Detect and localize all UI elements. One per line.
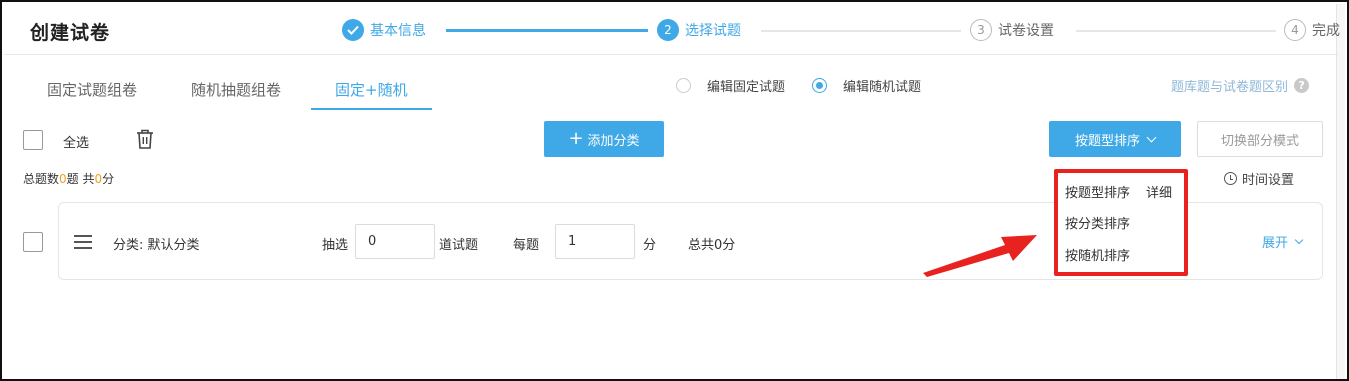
tab-fixed-questions[interactable]: 固定试题组卷 — [47, 79, 137, 100]
expand-label: 展开 — [1262, 236, 1289, 251]
step-label: 选择试题 — [685, 23, 741, 39]
annotation-highlight-box — [1054, 169, 1188, 276]
annotation-arrow-icon — [923, 235, 1037, 277]
step-label: 试卷设置 — [998, 23, 1054, 39]
summary-score: 0 — [94, 172, 103, 186]
summary-count: 0 — [59, 172, 67, 186]
draw-label: 抽选 — [322, 238, 349, 253]
clock-icon — [1224, 172, 1237, 185]
trash-icon[interactable] — [135, 128, 155, 150]
select-all-checkbox[interactable] — [23, 130, 43, 150]
per-question-label: 每题 — [513, 238, 540, 253]
radio-label: 编辑随机试题 — [843, 80, 922, 95]
chevron-down-icon — [1146, 132, 1157, 142]
radio-button[interactable] — [812, 78, 827, 93]
category-checkbox[interactable] — [23, 232, 43, 252]
page-title: 创建试卷 — [30, 22, 111, 44]
sort-dropdown-button[interactable]: 按题型排序 — [1049, 121, 1181, 157]
step-complete: 4 完成 — [1284, 19, 1340, 41]
step-select-questions: 2 选择试题 — [657, 19, 741, 41]
step-number: 4 — [1284, 19, 1306, 41]
question-unit-label: 道试题 — [439, 238, 479, 253]
active-tab-indicator — [311, 108, 432, 110]
time-setting-link[interactable]: 时间设置 — [1224, 169, 1294, 188]
expand-button[interactable]: 展开 — [1262, 232, 1304, 251]
question-diff-link[interactable]: 题库题与试卷题区别 ? — [1171, 76, 1310, 95]
app-frame: 创建试卷 基本信息 2 选择试题 3 试卷设置 4 完成 固定试题组卷 随机抽题… — [0, 0, 1349, 381]
radio-edit-random[interactable]: 编辑随机试题 — [812, 76, 921, 95]
plus-icon: + — [568, 128, 584, 149]
step-label: 完成 — [1312, 23, 1340, 39]
radio-label: 编辑固定试题 — [707, 80, 786, 95]
draw-count-input[interactable]: 0 — [355, 224, 435, 259]
diff-link-label: 题库题与试卷题区别 — [1171, 80, 1289, 95]
question-summary: 总题数0题 共0分 — [23, 170, 114, 187]
add-category-label: 添加分类 — [587, 133, 640, 149]
step-number: 3 — [970, 19, 992, 41]
drag-handle-icon[interactable] — [74, 235, 92, 249]
radio-button[interactable] — [676, 78, 691, 93]
summary-mid: 题 共 — [66, 172, 95, 186]
radio-edit-fixed[interactable]: 编辑固定试题 — [676, 76, 785, 95]
page-header: 创建试卷 基本信息 2 选择试题 3 试卷设置 4 完成 — [4, 4, 1340, 55]
chevron-down-icon — [1294, 235, 1304, 245]
step-number: 2 — [657, 19, 679, 41]
category-label: 分类: 默认分类 — [113, 238, 200, 253]
step-connector — [761, 30, 961, 32]
total-score-label: 总共0分 — [688, 238, 736, 253]
tab-random-questions[interactable]: 随机抽题组卷 — [191, 79, 281, 100]
step-basic-info: 基本信息 — [342, 19, 426, 41]
help-icon[interactable]: ? — [1294, 78, 1310, 93]
tab-fixed-plus-random[interactable]: 固定+随机 — [335, 79, 408, 100]
check-icon — [342, 19, 364, 41]
step-label: 基本信息 — [370, 23, 426, 39]
step-connector — [1076, 30, 1276, 32]
add-category-button[interactable]: + 添加分类 — [544, 121, 664, 157]
score-unit-label: 分 — [643, 238, 657, 253]
sort-button-label: 按题型排序 — [1074, 133, 1140, 149]
per-question-score-input[interactable]: 1 — [555, 224, 635, 259]
step-connector — [446, 29, 648, 32]
select-all-label: 全选 — [63, 136, 90, 151]
summary-suffix: 分 — [102, 172, 115, 186]
switch-mode-button[interactable]: 切换部分模式 — [1197, 121, 1323, 157]
summary-prefix: 总题数 — [23, 172, 60, 186]
scrollbar-track[interactable] — [1336, 4, 1345, 379]
step-paper-settings: 3 试卷设置 — [970, 19, 1054, 41]
time-setting-label: 时间设置 — [1242, 173, 1295, 188]
